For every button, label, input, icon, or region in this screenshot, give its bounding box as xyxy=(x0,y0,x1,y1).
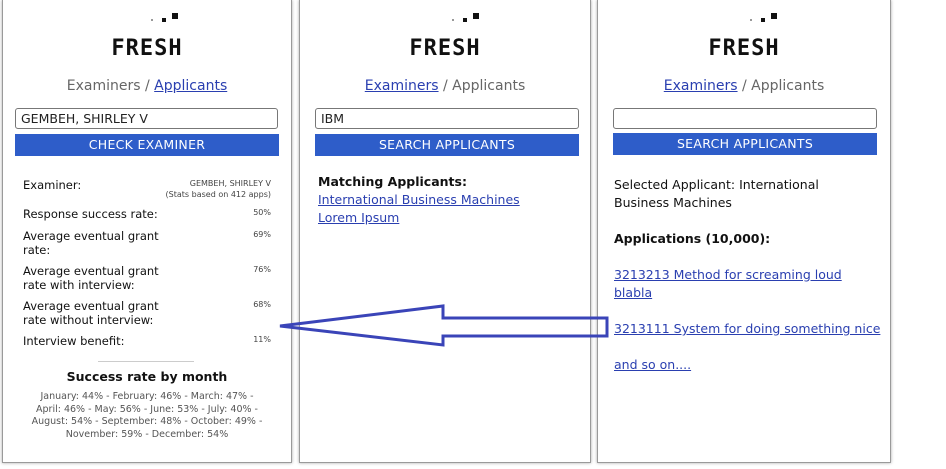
logo-dots-icon xyxy=(149,13,189,23)
applicant-search-panel: FRESH Examiners / Applicants IBM SEARCH … xyxy=(299,0,591,463)
search-applicants-button[interactable]: SEARCH APPLICANTS xyxy=(613,133,877,155)
monthly-line: November: 59% - December: 54% xyxy=(65,428,229,440)
applicant-search-input[interactable]: IBM xyxy=(315,108,579,129)
stat-label-without-interview-2: rate without interview: xyxy=(23,313,154,327)
breadcrumb-examiners-link[interactable]: Examiners xyxy=(664,78,738,94)
examiner-search-input[interactable]: GEMBEH, SHIRLEY V xyxy=(15,108,278,129)
monthly-line: August: 54% - September: 48% - October: … xyxy=(31,416,263,427)
stat-label-without-interview: Average eventual grant xyxy=(23,299,159,313)
breadcrumb-examiners-link[interactable]: Examiners xyxy=(365,78,439,94)
match-link[interactable]: International Business Machines xyxy=(318,191,520,209)
match-link[interactable]: Lorem Ipsum xyxy=(318,209,399,227)
stat-value-response: 50% xyxy=(253,208,271,217)
stat-value-grant: 69% xyxy=(253,230,271,239)
breadcrumb: Examiners / Applicants xyxy=(598,78,890,94)
breadcrumb-examiners[interactable]: Examiners xyxy=(67,78,141,94)
stat-label-grant: Average eventual grant xyxy=(23,229,159,243)
selected-applicant-line: Selected Applicant: International xyxy=(614,177,819,192)
breadcrumb-applicants: Applicants xyxy=(452,78,526,94)
selected-applicant-line: Business Machines xyxy=(614,195,732,210)
examiner-note: (Stats based on 412 apps) xyxy=(165,190,271,199)
breadcrumb-applicants: Applicants xyxy=(751,78,825,94)
logo-dots-icon xyxy=(748,13,788,23)
applicant-search-input[interactable] xyxy=(613,108,877,129)
stat-label-grant-2: rate: xyxy=(23,243,51,257)
breadcrumb-applicants-link[interactable]: Applicants xyxy=(154,78,227,94)
monthly-title: Success rate by month xyxy=(66,369,228,384)
search-applicants-button[interactable]: SEARCH APPLICANTS xyxy=(315,134,579,156)
stat-value-with-interview: 76% xyxy=(253,265,271,274)
breadcrumb: Examiners / Applicants xyxy=(300,78,590,94)
stat-label-with-interview: Average eventual grant xyxy=(23,264,159,278)
stat-label-interview-benefit: Interview benefit: xyxy=(23,334,125,348)
breadcrumb-separator: / xyxy=(443,78,448,94)
logo-dots-icon xyxy=(450,13,490,23)
monthly-rates: January: 44% - February: 46% - March: 47… xyxy=(3,391,291,441)
stat-label-with-interview-2: rate with interview: xyxy=(23,278,135,292)
stat-value-interview-benefit: 11% xyxy=(253,335,271,344)
examiner-name: GEMBEH, SHIRLEY V xyxy=(189,179,271,188)
breadcrumb-separator: / xyxy=(145,78,150,94)
application-link[interactable]: 3213213 Method for screaming loud blabla xyxy=(614,266,842,302)
stat-value-without-interview: 68% xyxy=(253,300,271,309)
application-link[interactable]: 3213111 System for doing something nice xyxy=(614,320,880,338)
app-logo: FRESH xyxy=(409,36,481,61)
examiner-label: Examiner: xyxy=(23,178,82,192)
examiner-panel: FRESH Examiners / Applicants GEMBEH, SHI… xyxy=(2,0,292,463)
check-examiner-button[interactable]: CHECK EXAMINER xyxy=(15,134,279,156)
breadcrumb: Examiners / Applicants xyxy=(3,78,291,94)
monthly-line: April: 46% - May: 56% - June: 53% - July… xyxy=(36,403,258,415)
breadcrumb-separator: / xyxy=(742,78,747,94)
app-logo: FRESH xyxy=(111,36,183,61)
applications-title: Applications (10,000): xyxy=(614,231,771,246)
selected-applicant: Selected Applicant: International Busine… xyxy=(614,176,819,212)
application-more-link[interactable]: and so on.... xyxy=(614,356,691,374)
matching-title: Matching Applicants: xyxy=(318,174,467,189)
stat-label-response: Response success rate: xyxy=(23,207,158,221)
divider xyxy=(98,361,194,362)
app-logo: FRESH xyxy=(708,36,780,61)
applicant-detail-panel: FRESH Examiners / Applicants SEARCH APPL… xyxy=(597,0,891,463)
monthly-line: January: 44% - February: 46% - March: 47… xyxy=(40,391,254,402)
